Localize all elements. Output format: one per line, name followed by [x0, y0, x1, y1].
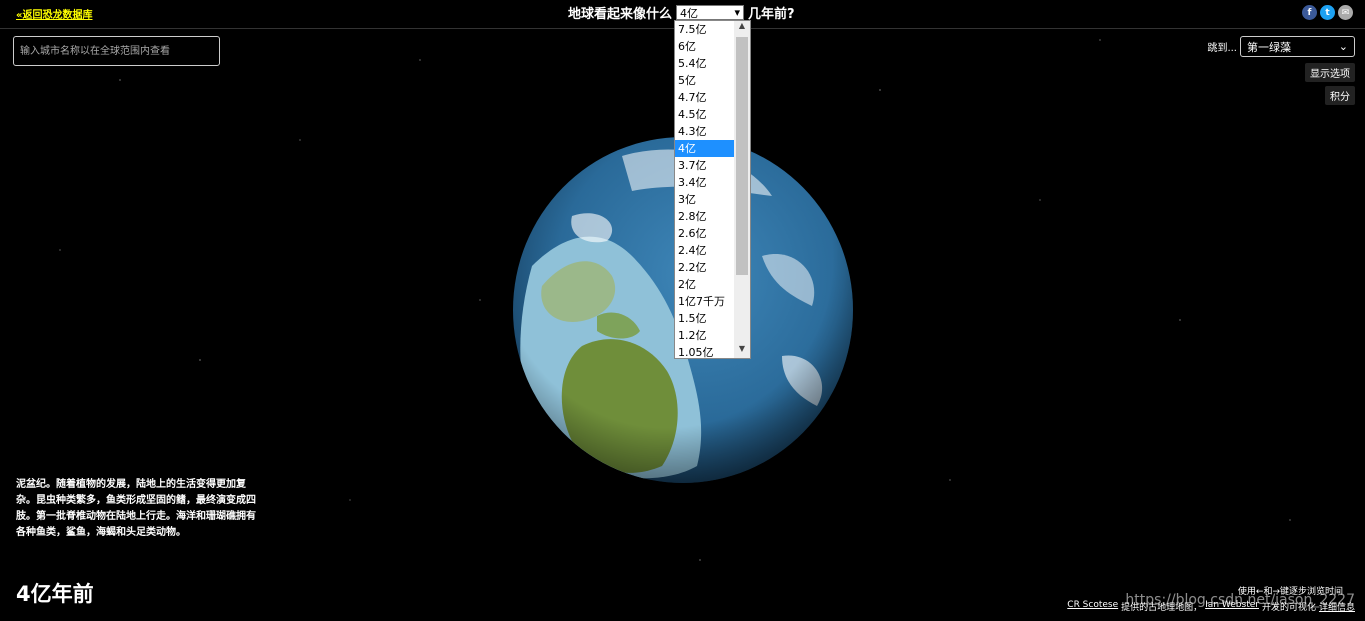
age-option[interactable]: 2.8亿 — [675, 208, 735, 225]
age-option[interactable]: 3.7亿 — [675, 157, 735, 174]
chevron-down-icon: ▾ — [734, 6, 741, 19]
chevron-down-icon: ⌄ — [1338, 40, 1348, 53]
city-search-input[interactable] — [13, 36, 220, 66]
title-prefix: 地球看起来像什么 — [568, 7, 673, 22]
email-icon[interactable]: ✉ — [1338, 5, 1353, 20]
back-to-dinosaur-database-link[interactable]: «返回恐龙数据库 — [16, 6, 92, 21]
age-option[interactable]: 4亿 — [675, 140, 735, 157]
csdn-watermark: https://blog.csdn.net/jason_2227 — [1125, 592, 1355, 608]
show-options-button[interactable]: 显示选项 — [1305, 63, 1355, 82]
age-heading: 4亿年前 — [16, 582, 94, 606]
title-suffix: 几年前? — [748, 7, 795, 22]
scroll-up-arrow-icon[interactable]: ▲ — [734, 21, 750, 35]
jump-label: 跳到... — [1207, 43, 1237, 54]
age-option[interactable]: 5亿 — [675, 72, 735, 89]
twitter-icon[interactable]: t — [1320, 5, 1335, 20]
age-option[interactable]: 2亿 — [675, 276, 735, 293]
age-option[interactable]: 3.4亿 — [675, 174, 735, 191]
age-option[interactable]: 1.5亿 — [675, 310, 735, 327]
social-share: f t ✉ — [1302, 5, 1353, 20]
scroll-down-arrow-icon[interactable]: ▼ — [734, 344, 750, 358]
age-option[interactable]: 4.3亿 — [675, 123, 735, 140]
age-select-value: 4亿 — [680, 6, 699, 20]
age-option[interactable]: 6亿 — [675, 38, 735, 55]
facebook-icon[interactable]: f — [1302, 5, 1317, 20]
age-option[interactable]: 2.4亿 — [675, 242, 735, 259]
age-option[interactable]: 1.2亿 — [675, 327, 735, 344]
age-option[interactable]: 7.5亿 — [675, 21, 735, 38]
jump-select-value: 第一绿藻 — [1247, 40, 1291, 54]
age-option[interactable]: 2.6亿 — [675, 225, 735, 242]
age-option[interactable]: 4.5亿 — [675, 106, 735, 123]
age-option[interactable]: 2.2亿 — [675, 259, 735, 276]
jump-select[interactable]: 第一绿藻 ⌄ — [1240, 36, 1355, 57]
age-dropdown-list[interactable]: 7.5亿 6亿 5.4亿 5亿 4.7亿 4.5亿 4.3亿 4亿 3.7亿 3.4亿 3亿 2.8亿… — [674, 20, 751, 359]
dropdown-scrollbar[interactable]: ▲ ▼ — [734, 21, 750, 358]
age-option[interactable]: 1.05亿 — [675, 344, 735, 358]
credits-button[interactable]: 积分 — [1325, 86, 1355, 105]
age-select[interactable]: 4亿 ▾ — [676, 5, 745, 20]
age-option[interactable]: 5.4亿 — [675, 55, 735, 72]
period-description: 泥盆纪。随着植物的发展，陆地上的生活变得更加复杂。昆虫种类繁多，鱼类形成坚固的鳍… — [16, 479, 256, 538]
age-option[interactable]: 1亿7千万 — [675, 293, 735, 310]
cr-scotese-link[interactable]: CR Scotese — [1067, 600, 1118, 613]
age-option[interactable]: 4.7亿 — [675, 89, 735, 106]
jump-to-control: 跳到... 第一绿藻 ⌄ — [1207, 36, 1355, 57]
scroll-thumb[interactable] — [736, 37, 748, 275]
age-option[interactable]: 3亿 — [675, 191, 735, 208]
